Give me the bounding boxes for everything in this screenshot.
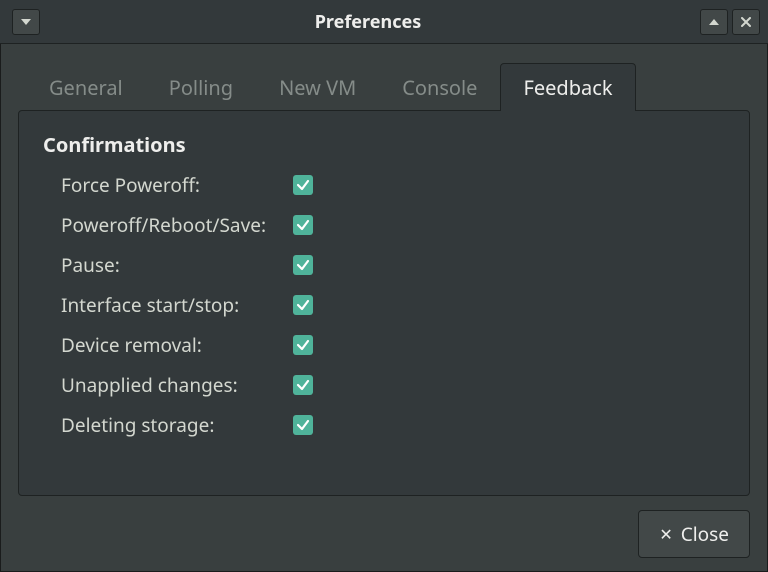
label-poweroff-reboot-save: Poweroff/Reboot/Save:: [61, 212, 293, 238]
window-close-button[interactable]: [732, 9, 760, 35]
tab-label: Feedback: [523, 74, 612, 101]
row-pause: Pause:: [61, 252, 725, 278]
close-button-label: Close: [681, 521, 729, 547]
preferences-window: Preferences General Polling New VM Conso…: [0, 0, 768, 572]
tab-label: Polling: [169, 74, 233, 101]
confirmations-list: Force Poweroff: Poweroff/Reboot/Save: Pa…: [43, 172, 725, 438]
checkbox-device-removal[interactable]: [293, 335, 313, 355]
label-deleting-storage: Deleting storage:: [61, 412, 293, 438]
section-title-confirmations: Confirmations: [43, 131, 725, 158]
window-restore-button[interactable]: [700, 9, 728, 35]
tab-polling[interactable]: Polling: [146, 63, 256, 111]
close-icon: ✕: [659, 526, 672, 542]
checkbox-interface-start-stop[interactable]: [293, 295, 313, 315]
titlebar: Preferences: [0, 0, 768, 44]
label-pause: Pause:: [61, 252, 293, 278]
checkmark-icon: [296, 258, 310, 272]
window-title: Preferences: [40, 10, 696, 34]
chevron-up-icon: [709, 19, 719, 25]
checkbox-pause[interactable]: [293, 255, 313, 275]
checkbox-deleting-storage[interactable]: [293, 415, 313, 435]
label-interface-start-stop: Interface start/stop:: [61, 292, 293, 318]
dialog-buttonbar: ✕ Close: [18, 496, 750, 558]
checkmark-icon: [296, 378, 310, 392]
tab-general[interactable]: General: [26, 63, 146, 111]
checkbox-unapplied-changes[interactable]: [293, 375, 313, 395]
label-unapplied-changes: Unapplied changes:: [61, 372, 293, 398]
row-poweroff-reboot-save: Poweroff/Reboot/Save:: [61, 212, 725, 238]
chevron-down-icon: [21, 19, 31, 25]
row-device-removal: Device removal:: [61, 332, 725, 358]
label-force-poweroff: Force Poweroff:: [61, 172, 293, 198]
row-interface-start-stop: Interface start/stop:: [61, 292, 725, 318]
tab-label: New VM: [279, 74, 356, 101]
row-deleting-storage: Deleting storage:: [61, 412, 725, 438]
tab-feedback[interactable]: Feedback: [500, 63, 635, 111]
tab-label: General: [49, 74, 123, 101]
row-force-poweroff: Force Poweroff:: [61, 172, 725, 198]
label-device-removal: Device removal:: [61, 332, 293, 358]
checkmark-icon: [296, 218, 310, 232]
tabpanel-feedback: Confirmations Force Poweroff: Poweroff/R…: [18, 110, 750, 496]
tab-new-vm[interactable]: New VM: [256, 63, 379, 111]
checkmark-icon: [296, 338, 310, 352]
content-area: General Polling New VM Console Feedback …: [0, 44, 768, 572]
tabstrip: General Polling New VM Console Feedback: [18, 62, 750, 110]
tab-label: Console: [402, 74, 477, 101]
checkbox-force-poweroff[interactable]: [293, 175, 313, 195]
close-icon: [741, 17, 751, 27]
checkbox-poweroff-reboot-save[interactable]: [293, 215, 313, 235]
checkmark-icon: [296, 418, 310, 432]
tab-console[interactable]: Console: [379, 63, 500, 111]
checkmark-icon: [296, 298, 310, 312]
checkmark-icon: [296, 178, 310, 192]
close-button[interactable]: ✕ Close: [638, 510, 750, 558]
window-menu-button[interactable]: [12, 9, 40, 35]
row-unapplied-changes: Unapplied changes:: [61, 372, 725, 398]
